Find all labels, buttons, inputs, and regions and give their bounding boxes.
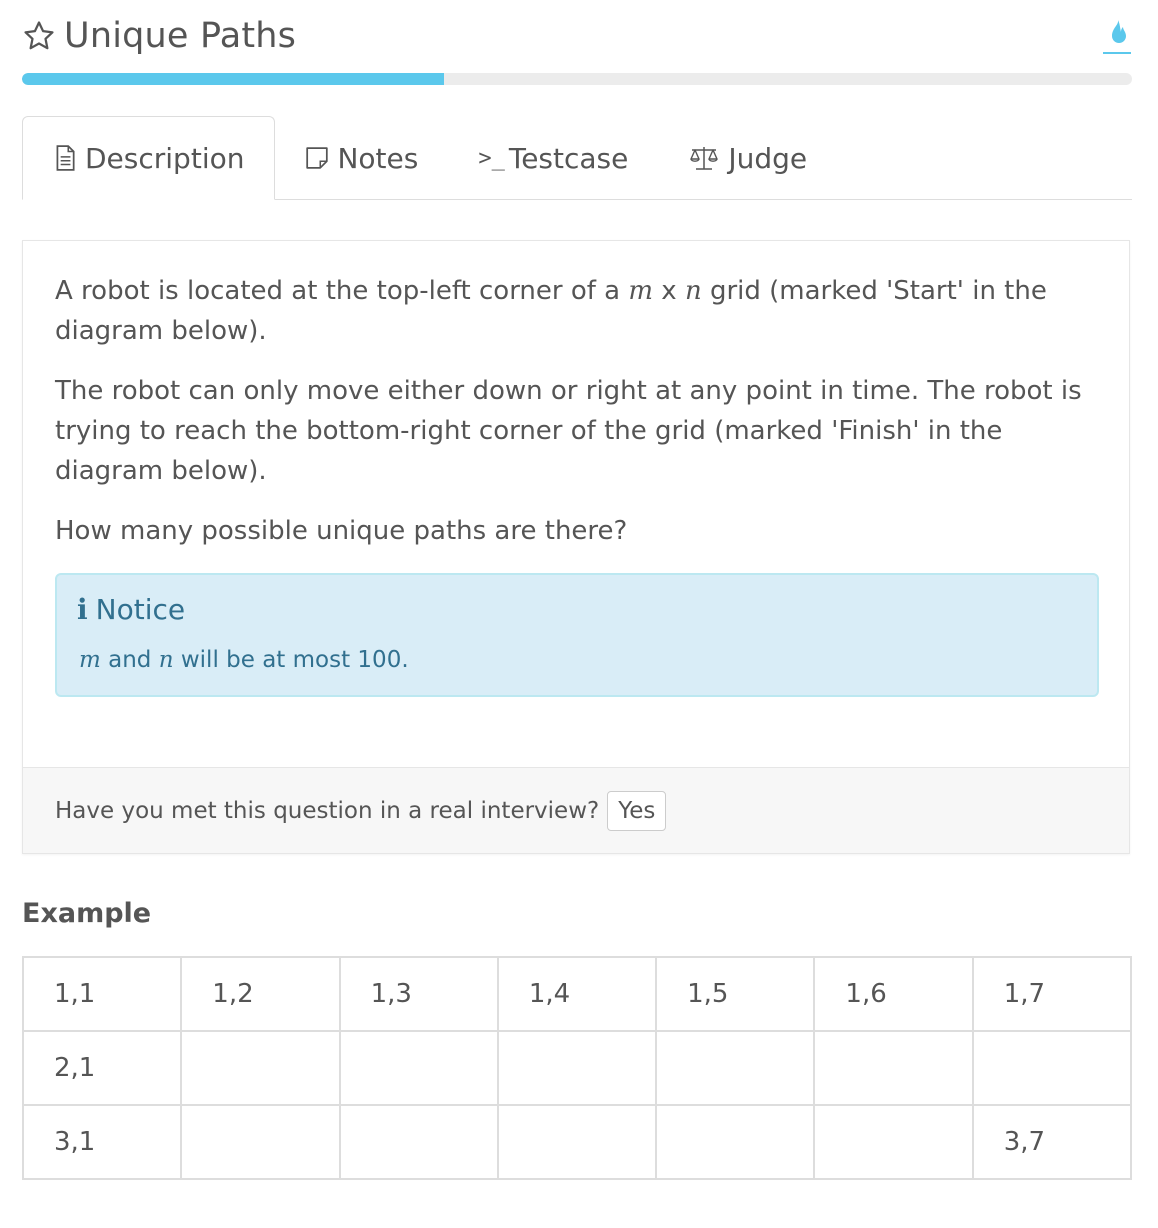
problem-description: A robot is located at the top-left corne…	[55, 271, 1095, 571]
description-panel: A robot is located at the top-left corne…	[22, 240, 1130, 854]
grid-cell: 2,1	[21, 1030, 183, 1106]
info-icon: i	[77, 593, 88, 626]
description-paragraph-2: The robot can only move either down or r…	[55, 376, 1082, 486]
description-paragraph-3: How many possible unique paths are there…	[55, 516, 628, 546]
table-row: 2,1	[21, 1030, 1133, 1106]
tab-description[interactable]: Description	[22, 116, 276, 200]
progress-bar	[22, 73, 1132, 85]
grid-cell: 3,7	[971, 1104, 1133, 1180]
grid-cell	[655, 1030, 816, 1106]
terminal-icon: >_	[478, 145, 505, 171]
tab-judge[interactable]: Judge	[658, 117, 837, 199]
document-icon	[56, 145, 75, 171]
page-title: Unique Paths	[64, 16, 297, 56]
tab-testcase[interactable]: >_ Testcase	[448, 117, 658, 199]
grid-cell	[813, 1104, 974, 1180]
interview-question: Have you met this question in a real int…	[55, 797, 600, 824]
grid-cell	[338, 1030, 499, 1106]
grid-cell	[338, 1104, 499, 1180]
grid-cell: 3,1	[21, 1104, 183, 1180]
tab-label: Testcase	[508, 141, 629, 175]
notice-text: m and n will be at most 100.	[79, 647, 409, 673]
grid-cell: 1,1	[21, 956, 183, 1032]
tab-label: Judge	[728, 141, 808, 175]
grid-cell	[971, 1030, 1133, 1106]
grid-cell: 1,4	[496, 956, 658, 1032]
example-heading: Example	[22, 898, 152, 929]
tab-label: Notes	[337, 141, 419, 175]
grid-cell	[813, 1030, 974, 1106]
grid-cell	[180, 1104, 341, 1180]
note-icon	[306, 147, 329, 169]
flame-underline	[1103, 51, 1131, 54]
flame-icon	[1112, 19, 1126, 43]
grid-cell: 1,6	[813, 956, 974, 1032]
description-paragraph-1: A robot is located at the top-left corne…	[55, 276, 1047, 346]
interview-footer: Have you met this question in a real int…	[23, 767, 1129, 853]
yes-button[interactable]: Yes	[607, 790, 667, 831]
example-grid: 1,1 1,2 1,3 1,4 1,5 1,6 1,7 2,1 3,1 3,7	[21, 956, 1133, 1180]
tab-bar: Description Notes >_ Testcase Judge	[22, 116, 1132, 200]
star-icon[interactable]	[22, 19, 56, 53]
grid-cell: 1,5	[655, 956, 816, 1032]
scales-icon	[690, 147, 719, 170]
progress-fill	[22, 73, 444, 85]
grid-cell	[655, 1104, 816, 1180]
table-row: 3,1 3,7	[21, 1104, 1133, 1180]
tab-label: Description	[85, 141, 245, 175]
notice-title: Notice	[95, 593, 186, 626]
problem-header: Unique Paths	[22, 14, 1132, 58]
tab-notes[interactable]: Notes	[275, 117, 448, 199]
grid-cell: 1,3	[338, 956, 499, 1032]
grid-cell: 1,7	[971, 956, 1133, 1032]
notice-box: i Notice m and n will be at most 100.	[55, 573, 1099, 697]
grid-cell	[496, 1030, 658, 1106]
difficulty-indicator[interactable]	[1102, 19, 1132, 54]
notice-header: i Notice	[77, 593, 185, 626]
grid-cell	[180, 1030, 341, 1106]
grid-cell	[496, 1104, 658, 1180]
table-row: 1,1 1,2 1,3 1,4 1,5 1,6 1,7	[21, 956, 1133, 1032]
grid-cell: 1,2	[180, 956, 341, 1032]
